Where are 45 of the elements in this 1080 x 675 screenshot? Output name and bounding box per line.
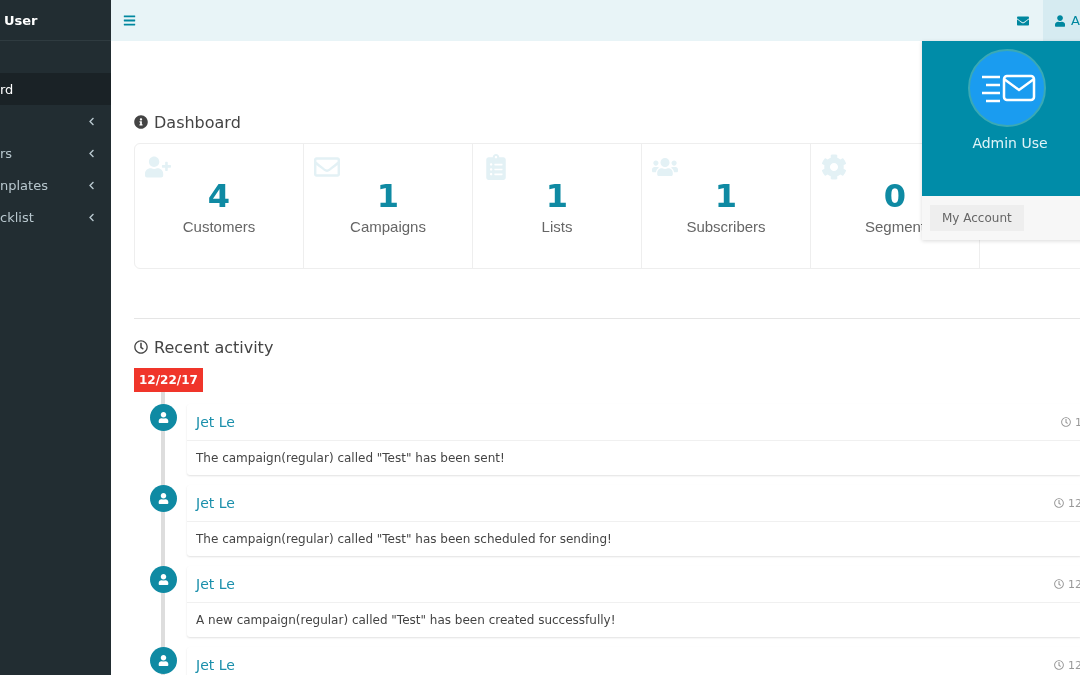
stat-value: 1 <box>545 180 569 212</box>
campaigns-icon <box>314 154 340 180</box>
stat-value: 1 <box>376 180 400 212</box>
section-title: Recent activity <box>154 337 274 357</box>
author-link[interactable]: Jet Le <box>196 495 235 511</box>
section-title: Dashboard <box>154 112 241 132</box>
envelope-logo-icon <box>968 49 1046 127</box>
sidebar-item[interactable]: rd <box>0 73 111 105</box>
stat-value: 4 <box>207 180 231 212</box>
author-link[interactable]: Jet Le <box>196 576 235 592</box>
activity-message: A new campaign(regular) called "Test" has been created successfully! <box>195 612 617 629</box>
user-avatar-icon <box>150 404 177 431</box>
clock-icon <box>1054 579 1064 589</box>
user-name: Admin Use <box>971 135 1048 151</box>
user-icon <box>1055 14 1066 27</box>
stat-label: Campaigns <box>350 218 426 235</box>
menu-icon[interactable] <box>123 14 136 27</box>
my-account-button[interactable]: My Account <box>930 205 1024 231</box>
info-icon <box>134 115 148 129</box>
stat-label: Lists <box>541 218 573 235</box>
clock-icon <box>134 340 148 354</box>
sidebar-item[interactable]: nplates <box>0 169 111 201</box>
user-name: User <box>4 12 38 28</box>
clock-icon <box>1054 498 1064 508</box>
segments-icon <box>821 154 847 180</box>
clock-icon <box>1054 660 1064 670</box>
lists-icon <box>483 154 509 180</box>
author-link[interactable]: Jet Le <box>196 657 235 673</box>
sidebar-item[interactable]: cklist <box>0 201 111 233</box>
customers-icon <box>145 154 171 180</box>
user-menu-button[interactable]: A <box>1043 0 1080 41</box>
author-link[interactable]: Jet Le <box>196 414 235 430</box>
activity-message: The campaign(regular) called "Test" has been sent! <box>195 450 506 467</box>
date-badge: 12/22/17 <box>134 368 203 392</box>
activity-message: The campaign(regular) called "Test" has been scheduled for sending! <box>195 531 613 548</box>
clock-icon <box>1061 417 1071 427</box>
stat-value: 1 <box>714 180 738 212</box>
sidebar-item[interactable]: rs <box>0 137 111 169</box>
user-avatar-icon <box>150 566 177 593</box>
user-avatar-icon <box>150 647 177 674</box>
stat-value: 0 <box>883 180 907 212</box>
stat-label: Subscribers <box>686 218 766 235</box>
envelope-icon[interactable] <box>1017 14 1029 27</box>
user-avatar-icon <box>150 485 177 512</box>
stat-label: Customers <box>182 218 256 235</box>
